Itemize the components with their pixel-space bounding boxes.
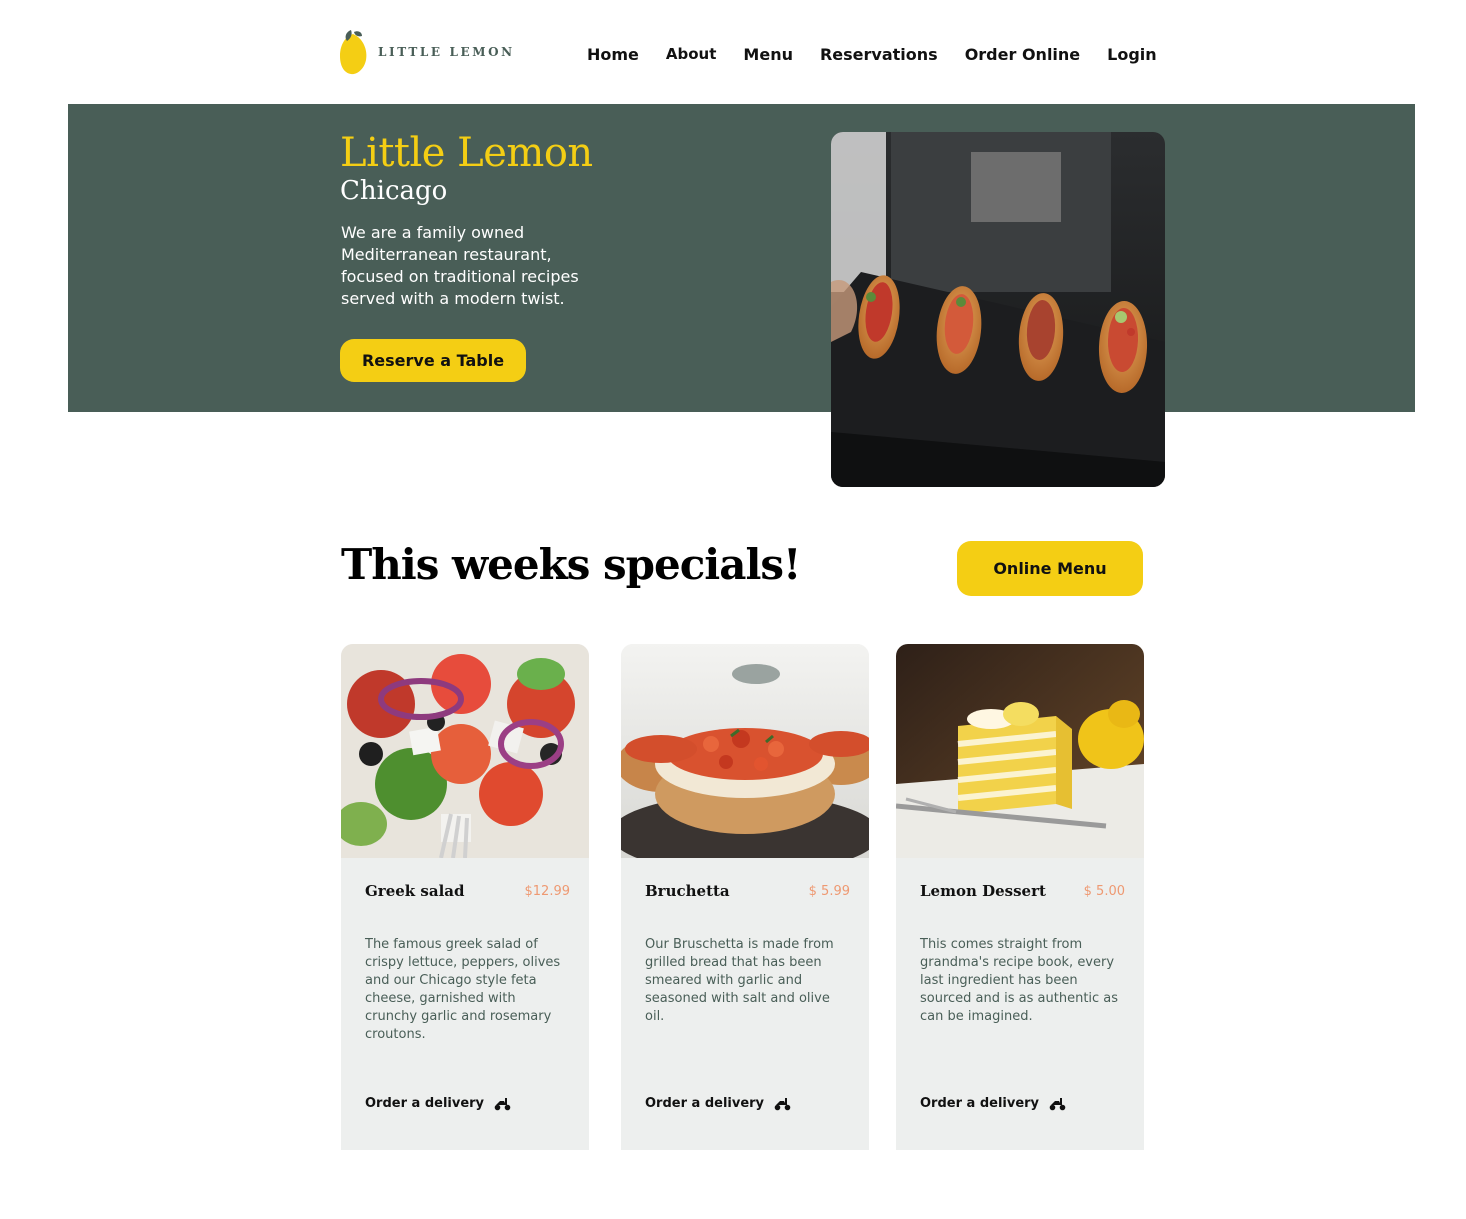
delivery-scooter-icon: [494, 1097, 511, 1110]
greek-salad-image: [341, 644, 589, 859]
delivery-scooter-icon: [1049, 1097, 1066, 1110]
card-title: Greek salad: [365, 882, 465, 900]
card-title: Lemon Dessert: [920, 882, 1046, 900]
special-card-greek-salad: Greek salad $12.99 The famous greek sala…: [341, 644, 589, 1150]
hero-subtitle: Chicago: [340, 176, 448, 206]
online-menu-button[interactable]: Online Menu: [957, 541, 1143, 596]
nav-reservations[interactable]: Reservations: [820, 45, 938, 64]
card-price: $12.99: [524, 884, 571, 899]
hero-title: Little Lemon: [340, 130, 593, 176]
hero-banner: [68, 104, 1415, 412]
special-card-lemon-dessert: Lemon Dessert $ 5.00 This comes straight…: [896, 644, 1144, 1150]
reserve-table-button[interactable]: Reserve a Table: [340, 339, 526, 382]
specials-title: This weeks specials!: [341, 540, 801, 589]
card-price: $ 5.99: [808, 884, 850, 899]
nav-order-online[interactable]: Order Online: [965, 45, 1080, 64]
order-delivery-label: Order a delivery: [920, 1096, 1040, 1111]
delivery-scooter-icon: [774, 1097, 791, 1110]
order-delivery-link[interactable]: Order a delivery: [920, 1096, 1066, 1111]
card-price: $ 5.00: [1083, 884, 1125, 899]
lemon-dessert-image: [896, 644, 1144, 858]
hero-description: We are a family owned Mediterranean rest…: [341, 223, 579, 308]
special-card-bruchetta: Bruchetta $ 5.99 Our Bruschetta is made …: [621, 644, 869, 1150]
card-description: The famous greek salad of crispy lettuce…: [365, 937, 561, 1042]
order-delivery-link[interactable]: Order a delivery: [365, 1096, 511, 1111]
main-nav: Home About Menu Reservations Order Onlin…: [587, 45, 1157, 64]
nav-menu[interactable]: Menu: [743, 45, 793, 64]
order-delivery-link[interactable]: Order a delivery: [645, 1096, 791, 1111]
nav-home[interactable]: Home: [587, 45, 639, 64]
bruschetta-image: [621, 644, 869, 874]
card-title: Bruchetta: [645, 882, 730, 900]
nav-login[interactable]: Login: [1107, 45, 1157, 64]
card-description: Our Bruschetta is made from grilled brea…: [645, 937, 834, 1024]
brand-logo[interactable]: LITTLE LEMON: [338, 28, 515, 76]
hero-image: [831, 132, 1165, 487]
card-description: This comes straight from grandma's recip…: [920, 937, 1119, 1024]
order-delivery-label: Order a delivery: [365, 1096, 485, 1111]
order-delivery-label: Order a delivery: [645, 1096, 765, 1111]
brand-name: LITTLE LEMON: [378, 45, 515, 59]
nav-about[interactable]: About: [666, 45, 717, 64]
lemon-icon: [340, 30, 367, 75]
